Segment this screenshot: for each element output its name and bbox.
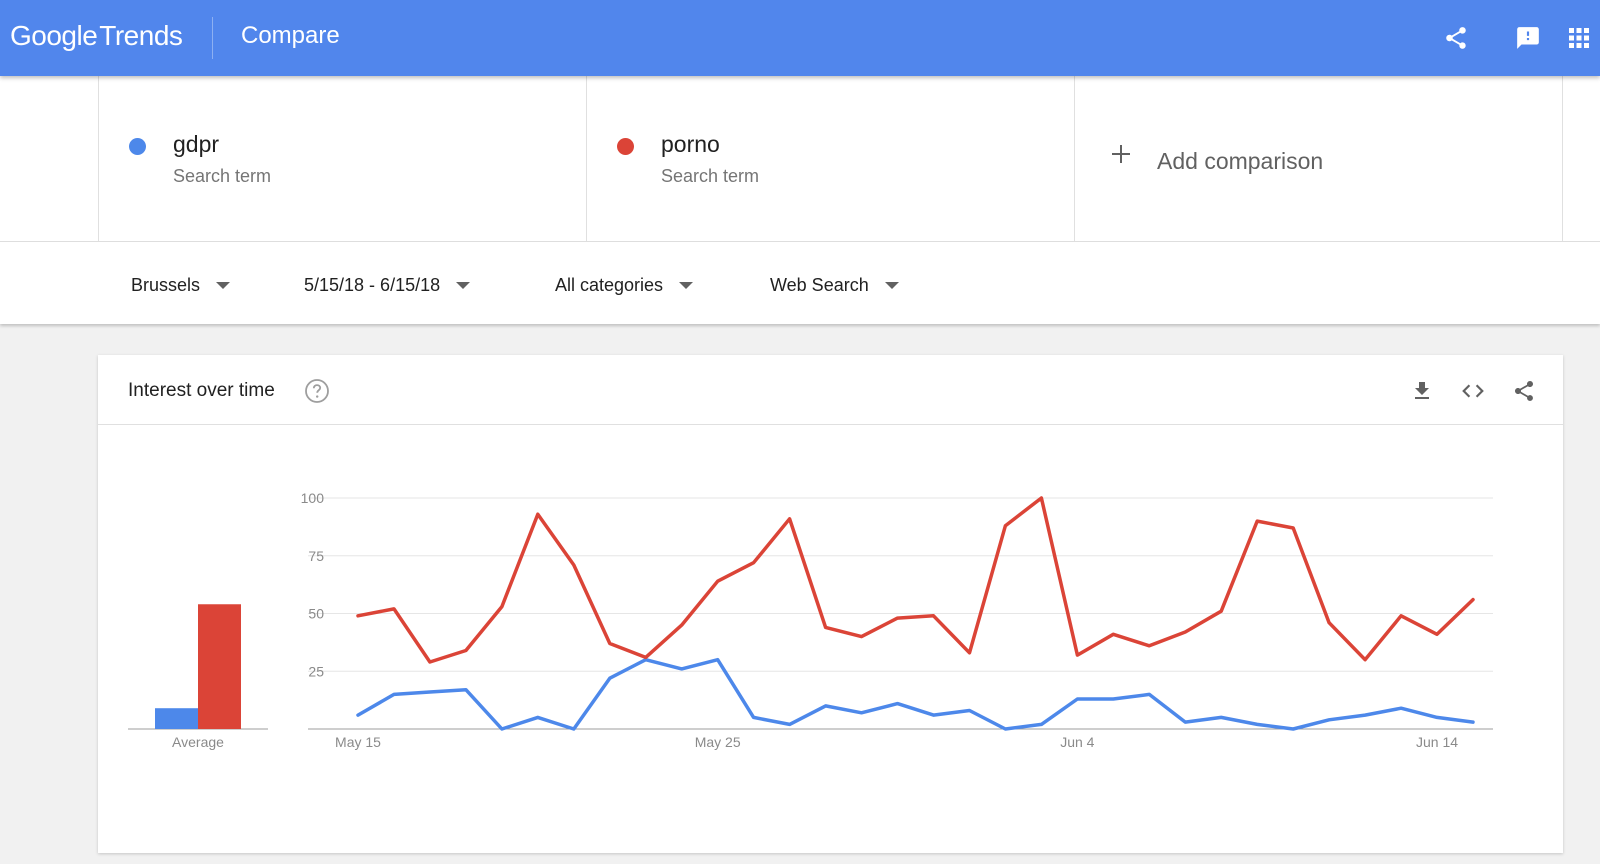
interest-over-time-chart[interactable]: 100 75 50 25 May 15 May 25 Jun 4 Jun 14 Average [98,355,1563,853]
plus-icon [1107,140,1135,168]
filter-bar: Brussels 5/15/18 - 6/15/18 All categorie… [0,242,1600,324]
search-term-name: gdpr [173,131,220,157]
x-tick-label: May 25 [695,734,741,750]
x-tick-label: May 15 [335,734,381,750]
chevron-down-icon [884,281,899,289]
series-line-gdpr [356,657,1475,731]
x-tick-label: Jun 4 [1060,734,1094,750]
location-filter[interactable]: Brussels [131,270,231,300]
category-filter[interactable]: All categories [555,270,694,300]
chevron-down-icon [679,281,694,289]
search-term-type: Search term [661,166,760,186]
date-range-filter[interactable]: 5/15/18 - 6/15/18 [304,270,471,300]
search-type-filter-label: Web Search [770,274,869,295]
y-tick-label: 50 [308,606,324,622]
category-filter-label: All categories [555,274,664,295]
search-type-filter[interactable]: Web Search [770,270,899,300]
search-term-card-porno[interactable]: porno Search term [586,76,1074,242]
y-tick-label: 75 [308,548,324,564]
average-bar-gdpr [155,708,198,729]
series-color-dot-porno [617,138,634,155]
search-term-name: porno [661,131,720,157]
x-tick-label: Jun 14 [1416,734,1458,750]
date-range-filter-label: 5/15/18 - 6/15/18 [304,274,441,295]
header-divider [212,17,213,59]
y-tick-label: 100 [301,490,325,506]
top-app-bar: GoogleTrends Compare [0,0,1600,76]
location-filter-label: Brussels [131,274,201,295]
search-term-type: Search term [173,166,272,186]
logo-google-text: Google [10,20,98,51]
add-comparison-label: Add comparison [1157,148,1324,174]
series-color-dot-gdpr [129,138,146,155]
search-terms-bar: gdpr Search term porno Search term Add c… [0,76,1600,242]
add-comparison-button[interactable]: Add comparison [1074,76,1563,242]
chevron-down-icon [456,281,471,289]
google-trends-logo[interactable]: GoogleTrends [10,18,183,54]
share-icon[interactable] [1440,22,1472,54]
search-term-card-gdpr[interactable]: gdpr Search term [98,76,586,242]
logo-trends-text: Trends [99,20,183,51]
feedback-icon[interactable] [1512,22,1544,54]
average-bar-porno [198,604,241,729]
apps-icon[interactable] [1563,22,1595,54]
page-title: Compare [241,22,340,49]
average-label: Average [172,734,224,750]
y-tick-label: 25 [308,663,324,679]
chevron-down-icon [216,281,231,289]
series-line-porno [356,496,1475,664]
interest-over-time-card: Interest over time 100 75 50 25 May 15 May 25… [98,355,1563,853]
